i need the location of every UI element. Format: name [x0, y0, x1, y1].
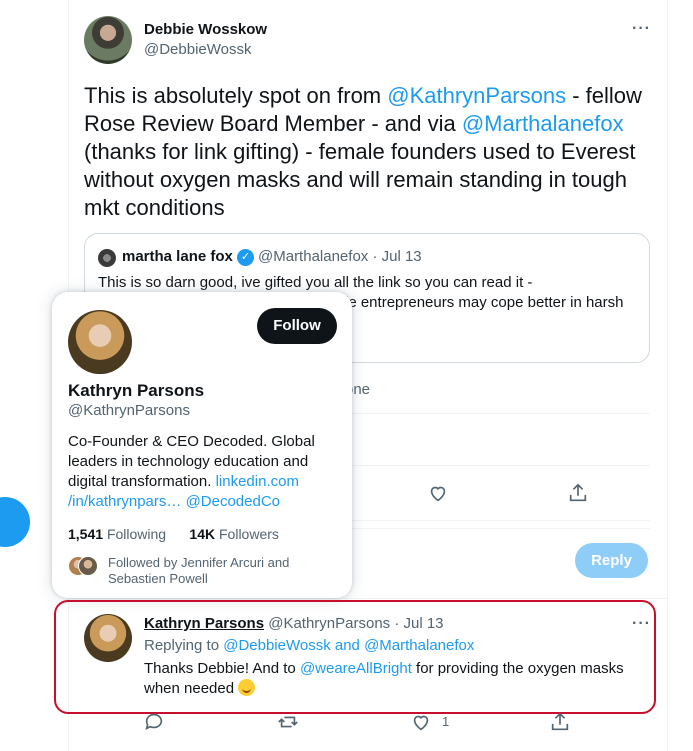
followed-by-avatars: [68, 556, 98, 576]
avatar: [78, 556, 98, 576]
replying-to: Replying to @DebbieWossk and @Marthalane…: [144, 637, 474, 654]
quote-text-line1: This is so darn good, ive gifted you all…: [98, 274, 533, 291]
reply-author-name[interactable]: Kathryn Parsons: [144, 615, 264, 632]
compose-fab-button[interactable]: [0, 497, 30, 547]
share-icon[interactable]: [549, 711, 571, 733]
divider: [68, 598, 668, 599]
quote-author-handle: @Marthalanefox · Jul 13: [258, 248, 422, 265]
like-icon[interactable]: [410, 711, 432, 733]
mention-link[interactable]: @weareAllBright: [300, 660, 412, 677]
follow-button[interactable]: Follow: [257, 308, 337, 344]
author-name[interactable]: Debbie Wosskow: [144, 21, 267, 38]
followers-count: 14K: [189, 526, 216, 542]
profile-name[interactable]: Kathryn Parsons: [68, 381, 204, 401]
like-count: 1: [442, 714, 450, 729]
profile-handle[interactable]: @KathrynParsons: [68, 402, 190, 419]
more-horizontal-icon[interactable]: ···: [632, 20, 651, 38]
reply-text-part: Thanks Debbie! And to: [144, 660, 300, 677]
author-handle[interactable]: @DebbieWossk: [144, 41, 252, 58]
mention-link[interactable]: @Marthalanefox: [462, 111, 624, 136]
profile-hover-card: Follow Kathryn Parsons @KathrynParsons C…: [52, 292, 352, 598]
avatar[interactable]: [68, 310, 132, 374]
reply-icon[interactable]: [143, 711, 165, 733]
bio-mention[interactable]: @DecodedCo: [186, 493, 280, 510]
retweet-icon[interactable]: [277, 711, 299, 733]
followers-label: Followers: [219, 526, 279, 542]
more-horizontal-icon[interactable]: ···: [632, 615, 651, 633]
replying-prefix: Replying to: [144, 637, 224, 654]
profile-bio: Co-Founder & CEO Decoded. Global leaders…: [68, 432, 338, 512]
tweet-text: This is absolutely spot on from @Kathryn…: [84, 82, 644, 222]
followers-link[interactable]: 14K Followers: [189, 526, 278, 542]
verified-badge-icon: ✓: [237, 249, 254, 266]
tweet-text-part: (thanks for link gifting) - female found…: [84, 139, 636, 220]
followed-by-text[interactable]: Followed by Jennifer Arcuri and Sebastie…: [108, 555, 338, 587]
reply-text: Thanks Debbie! And to @weareAllBright fo…: [144, 659, 639, 699]
share-icon[interactable]: [567, 482, 589, 504]
avatar[interactable]: [84, 16, 132, 64]
following-link[interactable]: 1,541 Following: [68, 526, 166, 542]
replying-mentions[interactable]: @DebbieWossk and @Marthalanefox: [223, 637, 474, 654]
reply-header: Kathryn Parsons @KathrynParsons · Jul 13: [144, 615, 444, 632]
following-label: Following: [106, 526, 167, 542]
smiling-face-emoji-icon: [238, 679, 256, 696]
mention-link[interactable]: @KathrynParsons: [387, 83, 566, 108]
following-count: 1,541: [68, 526, 104, 542]
avatar[interactable]: [84, 614, 132, 662]
tweet-text-part: This is absolutely spot on from: [84, 83, 388, 108]
avatar: [98, 249, 116, 267]
like-icon[interactable]: [427, 482, 449, 504]
reply-button[interactable]: Reply: [575, 543, 648, 578]
quote-author-name: martha lane fox: [122, 248, 233, 265]
reply-author-meta[interactable]: @KathrynParsons · Jul 13: [264, 615, 443, 632]
profile-stats: 1,541 Following 14K Followers: [68, 526, 279, 542]
